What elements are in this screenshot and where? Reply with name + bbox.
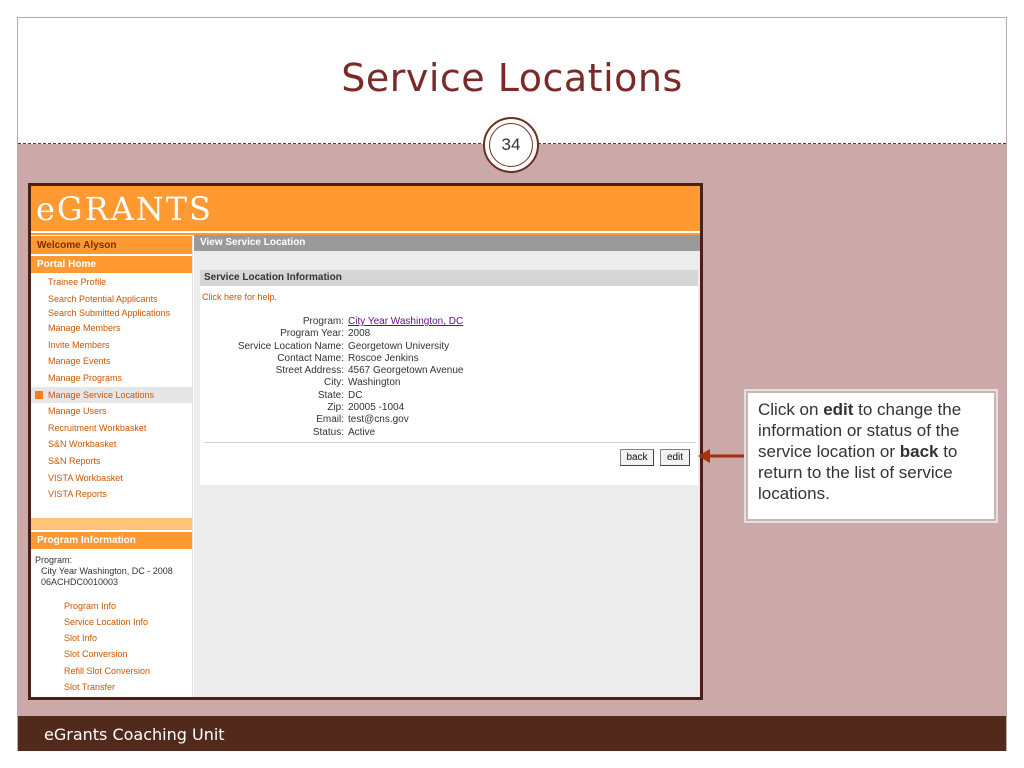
sidebar-item-invite-members[interactable]: Invite Members xyxy=(31,337,192,354)
egrants-logo: eGRANTS xyxy=(36,190,213,228)
main-content: View Service Location Service Location I… xyxy=(194,235,700,697)
program-label: Program: xyxy=(35,554,73,565)
program-info-link[interactable]: Program Info xyxy=(31,598,192,614)
field-row-program: Program: City Year Washington, DC xyxy=(200,316,698,328)
field-row-service-location-name: Service Location Name: Georgetown Univers… xyxy=(200,341,698,353)
egrants-screenshot: eGRANTS Welcome Alyson Portal Home Train… xyxy=(28,183,703,700)
panel-divider xyxy=(204,442,696,443)
view-title: View Service Location xyxy=(194,235,700,251)
field-label: Zip: xyxy=(327,402,344,414)
field-row-program-year: Program Year: 2008 xyxy=(200,328,698,340)
sidebar-item-manage-programs[interactable]: Manage Programs xyxy=(31,370,192,387)
field-value: Active xyxy=(348,426,376,438)
program-name: City Year Washington, DC - 2008 xyxy=(41,565,173,576)
sidebar: Welcome Alyson Portal Home Trainee Profi… xyxy=(31,235,193,697)
field-row-street-address: Street Address: 4567 Georgetown Avenue xyxy=(200,365,698,377)
portal-home-link[interactable]: Portal Home xyxy=(31,256,192,273)
program-code: 06ACHDC0010003 xyxy=(41,576,119,587)
service-location-panel: Service Location Information Click here … xyxy=(200,270,698,485)
field-row-contact-name: Contact Name: Roscoe Jenkins xyxy=(200,353,698,365)
field-value: 2008 xyxy=(348,328,371,340)
arrow-left-icon xyxy=(698,449,746,463)
slide-number: 34 xyxy=(489,123,533,167)
sidebar-item-vista-workbasket[interactable]: VISTA Workbasket xyxy=(31,470,192,487)
sidebar-separator xyxy=(31,517,192,530)
field-label: City: xyxy=(324,377,344,389)
slide-number-badge: 34 xyxy=(483,117,539,173)
sidebar-item-vista-reports[interactable]: VISTA Reports xyxy=(31,486,192,503)
service-location-info-link[interactable]: Service Location Info xyxy=(31,614,192,630)
sidebar-item-sn-workbasket[interactable]: S&N Workbasket xyxy=(31,436,192,453)
sidebar-item-manage-events[interactable]: Manage Events xyxy=(31,353,192,370)
welcome-label: Welcome Alyson xyxy=(31,235,192,254)
sidebar-item-trainee-profile[interactable]: Trainee Profile xyxy=(31,274,192,291)
slot-conversion-link[interactable]: Slot Conversion xyxy=(31,646,192,662)
callout-edit-keyword: edit xyxy=(823,400,854,419)
field-row-city: City: Washington xyxy=(200,377,698,389)
field-value: 4567 Georgetown Avenue xyxy=(348,365,464,377)
field-list: Program: City Year Washington, DC Program… xyxy=(200,316,698,439)
field-label: Street Address: xyxy=(275,365,344,377)
sidebar-item-sn-reports[interactable]: S&N Reports xyxy=(31,453,192,470)
sidebar-item-manage-members[interactable]: Manage Members xyxy=(31,320,192,337)
logo-underline xyxy=(31,231,700,233)
field-label: Contact Name: xyxy=(277,352,344,364)
field-label: Service Location Name: xyxy=(237,340,344,352)
field-label: Email: xyxy=(316,414,344,426)
field-value: 20005 -1004 xyxy=(348,402,405,414)
field-value: Roscoe Jenkins xyxy=(348,352,419,364)
sidebar-item-recruitment-workbasket[interactable]: Recruitment Workbasket xyxy=(31,420,192,437)
edit-button[interactable]: edit xyxy=(660,449,690,466)
slot-info-link[interactable]: Slot Info xyxy=(31,630,192,646)
program-information-heading: Program Information xyxy=(31,531,192,549)
field-label: Program: xyxy=(302,316,344,327)
field-row-status: Status: Active xyxy=(200,427,698,439)
refill-slot-conversion-link[interactable]: Refill Slot Conversion xyxy=(31,663,192,679)
sidebar-item-manage-users[interactable]: Manage Users xyxy=(31,403,192,420)
instruction-callout: Click on edit to change the information … xyxy=(746,391,996,521)
sidebar-item-search-submitted-applications[interactable]: Search Submitted Applications xyxy=(31,307,181,320)
footer-band: eGrants Coaching Unit xyxy=(18,716,1006,751)
field-label: Status: xyxy=(312,426,344,438)
panel-title: Service Location Information xyxy=(200,270,698,286)
app-header: eGRANTS xyxy=(31,186,700,235)
field-value: Washington xyxy=(348,377,401,389)
callout-back-keyword: back xyxy=(899,442,939,461)
field-label: State: xyxy=(317,389,344,401)
back-button[interactable]: back xyxy=(620,449,654,466)
slide-title: Service Locations xyxy=(341,56,683,100)
sidebar-item-manage-service-locations[interactable]: Manage Service Locations xyxy=(31,386,192,404)
slot-transfer-link[interactable]: Slot Transfer xyxy=(31,679,192,695)
footer-text: eGrants Coaching Unit xyxy=(44,725,225,744)
field-row-zip: Zip: 20005 -1004 xyxy=(200,402,698,414)
program-details: Program: City Year Washington, DC - 2008… xyxy=(31,549,192,588)
field-value: DC xyxy=(348,389,363,401)
field-row-state: State: DC xyxy=(200,390,698,402)
field-label: Program Year: xyxy=(280,328,344,340)
sidebar-item-search-potential-applicants[interactable]: Search Potential Applicants xyxy=(31,291,192,308)
help-link[interactable]: Click here for help. xyxy=(200,286,698,308)
program-link[interactable]: City Year Washington, DC xyxy=(344,316,463,328)
active-marker-icon xyxy=(35,390,43,399)
field-value: Georgetown University xyxy=(348,340,450,352)
sidebar-item-label: Manage Service Locations xyxy=(48,389,155,400)
field-row-email: Email: test@cns.gov xyxy=(200,414,698,426)
callout-text: Click on xyxy=(758,400,824,419)
field-value: test@cns.gov xyxy=(348,414,409,426)
